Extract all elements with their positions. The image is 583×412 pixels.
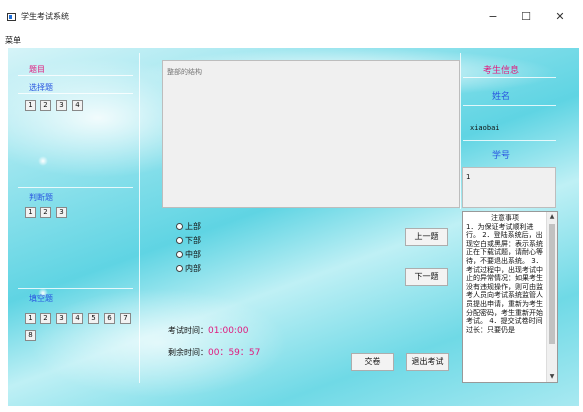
option-radio[interactable]: 下部 (176, 235, 201, 246)
radio-circle-icon (176, 265, 183, 272)
divider (18, 288, 133, 289)
choice-question-button[interactable]: 3 (56, 100, 67, 111)
sparkle-decoration (38, 156, 48, 166)
background-sheen (28, 288, 288, 398)
divider (463, 77, 556, 78)
divider (18, 75, 133, 76)
submit-exam-button[interactable]: 交卷 (351, 353, 394, 371)
scroll-down-icon[interactable]: ▼ (547, 372, 557, 382)
divider (463, 105, 556, 106)
notes-heading: 注意事项 (491, 214, 519, 222)
choice-question-button[interactable]: 4 (72, 100, 83, 111)
notes-body: 1．为保证考试顺利进行。 2．登陆系统后，出现空白或黑屏：表示系统正在下载试题，… (466, 222, 543, 334)
option-radio[interactable]: 内部 (176, 263, 201, 274)
notes-textbox[interactable]: 注意事项 1．为保证考试顺利进行。 2．登陆系统后，出现空白或黑屏：表示系统正在… (462, 211, 558, 383)
option-radio[interactable]: 上部 (176, 221, 201, 232)
option-label: 中部 (185, 250, 201, 259)
radio-circle-icon (176, 237, 183, 244)
fill-question-button[interactable]: 1 (25, 313, 36, 324)
divider (18, 187, 133, 188)
exit-exam-button[interactable]: 退出考试 (406, 353, 449, 371)
maximize-button[interactable]: ☐ (517, 9, 535, 25)
app-icon (7, 13, 16, 21)
choice-question-button[interactable]: 2 (40, 100, 51, 111)
prev-question-button[interactable]: 上一题 (405, 228, 448, 246)
fill-question-button[interactable]: 6 (104, 313, 115, 324)
menu-bar: 菜单 (0, 34, 583, 48)
radio-circle-icon (176, 251, 183, 258)
judge-question-button[interactable]: 2 (40, 207, 51, 218)
notes-content: 注意事项 1．为保证考试顺利进行。 2．登陆系统后，出现空白或黑屏：表示系统正在… (466, 214, 544, 334)
exam-window: 学生考试系统 − ☐ ✕ 菜单 题目 选择题 1 2 3 4 判断题 1 2 3… (0, 0, 583, 412)
student-id-value: 1 (466, 173, 471, 181)
window-title: 学生考试系统 (21, 12, 69, 21)
minimize-button[interactable]: − (484, 9, 502, 25)
menu-item-main[interactable]: 菜单 (5, 35, 21, 46)
option-label: 下部 (185, 236, 201, 245)
exam-time-display: 考试时间：01:00:00 (168, 325, 248, 336)
column-divider (460, 53, 461, 209)
questions-title: 题目 (29, 65, 45, 74)
divider (18, 93, 133, 94)
judge-question-button[interactable]: 1 (25, 207, 36, 218)
notes-scrollbar[interactable]: ▲ ▼ (546, 212, 557, 382)
close-button[interactable]: ✕ (551, 9, 569, 25)
judge-question-button[interactable]: 3 (56, 207, 67, 218)
option-label: 内部 (185, 264, 201, 273)
choice-question-button[interactable]: 1 (25, 100, 36, 111)
title-bar: 学生考试系统 − ☐ ✕ (0, 0, 583, 34)
remaining-time-label: 剩余时间： (168, 348, 208, 357)
fill-question-button[interactable]: 7 (120, 313, 131, 324)
fill-question-button[interactable]: 4 (72, 313, 83, 324)
fill-question-button[interactable]: 8 (25, 330, 36, 341)
fill-question-button[interactable]: 2 (40, 313, 51, 324)
remaining-time-value: 00：59：57 (208, 348, 261, 358)
radio-circle-icon (176, 223, 183, 230)
divider (463, 140, 556, 141)
fill-question-button[interactable]: 3 (56, 313, 67, 324)
scroll-thumb[interactable] (549, 224, 555, 344)
name-value: xiaobai (470, 124, 500, 132)
question-textarea[interactable]: 整部的结构 (162, 60, 460, 208)
student-id-label: 学号 (492, 151, 511, 161)
column-divider (139, 53, 140, 383)
next-question-button[interactable]: 下一题 (405, 268, 448, 286)
option-label: 上部 (185, 222, 201, 231)
remaining-time-display: 剩余时间：00：59：57 (168, 345, 260, 358)
student-info-title: 考生信息 (483, 66, 520, 76)
exam-time-value: 01:00:00 (208, 326, 249, 336)
student-id-field[interactable]: 1 (462, 167, 556, 208)
name-label: 姓名 (492, 92, 511, 102)
scroll-up-icon[interactable]: ▲ (547, 212, 557, 222)
judge-section-label: 判断题 (29, 193, 53, 202)
fill-question-button[interactable]: 5 (88, 313, 99, 324)
question-text: 整部的结构 (167, 68, 202, 76)
fill-section-label: 填空题 (29, 294, 53, 303)
option-radio[interactable]: 中部 (176, 249, 201, 260)
choice-section-label: 选择题 (29, 83, 53, 92)
exam-client-area: 题目 选择题 1 2 3 4 判断题 1 2 3 填空题 1 2 3 4 5 6… (8, 48, 579, 406)
exam-time-label: 考试时间： (168, 326, 208, 335)
